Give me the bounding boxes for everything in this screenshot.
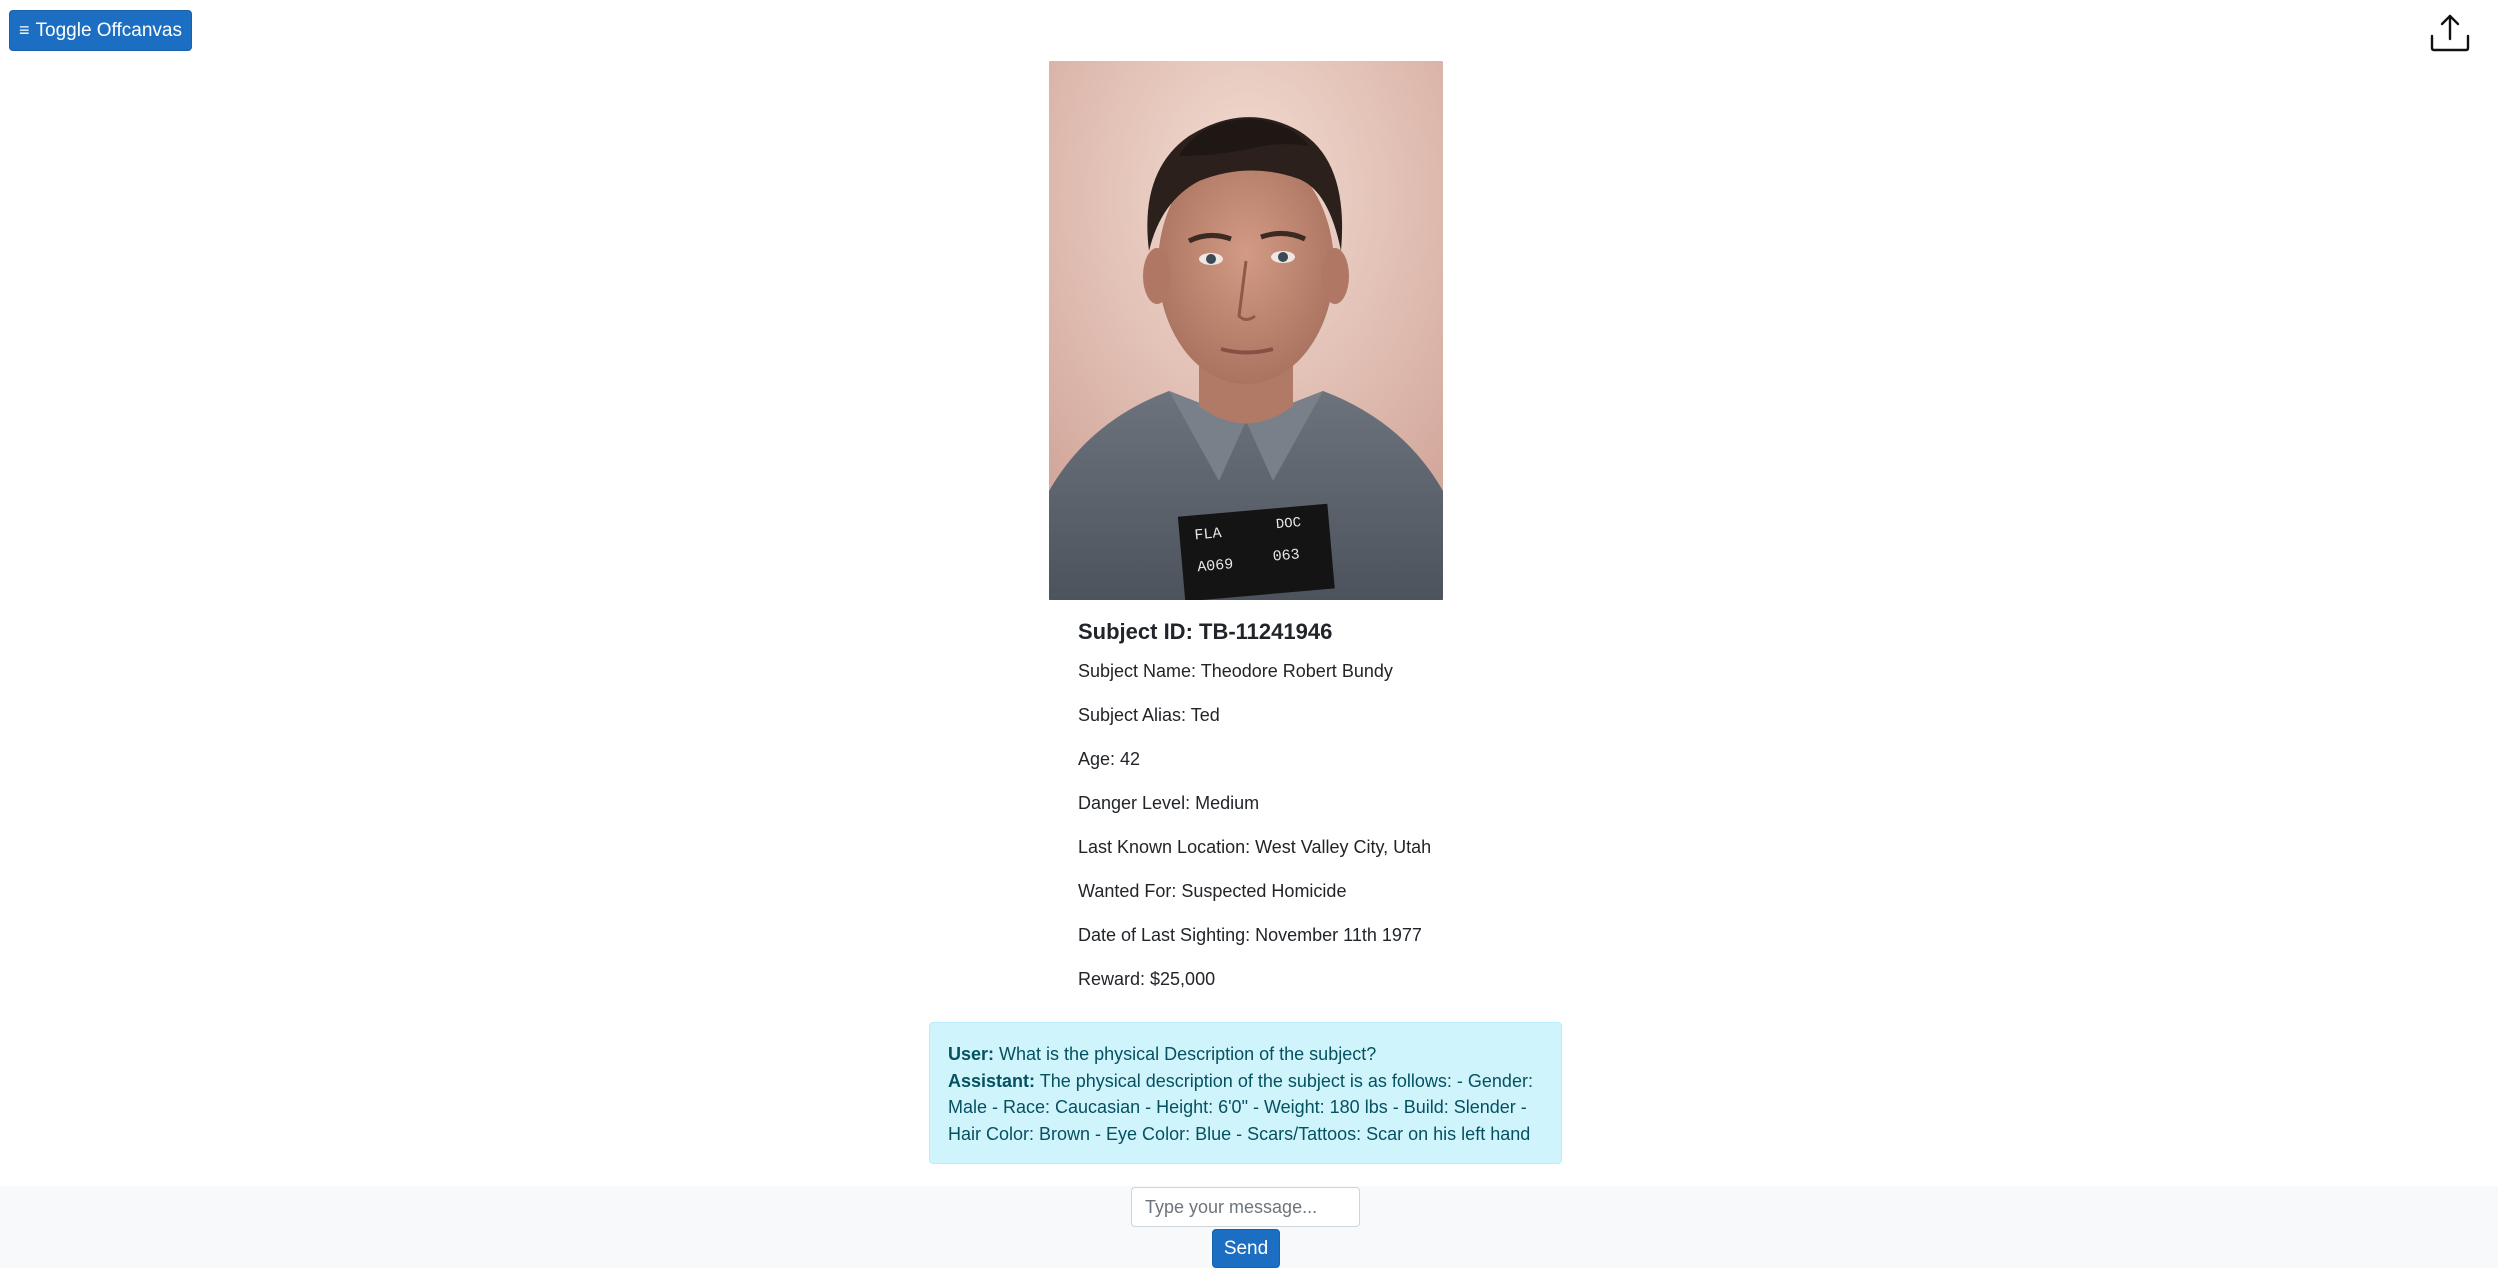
subject-danger-level: Danger Level: Medium [1078,793,1260,813]
subject-info: Subject ID: TB-11241946 Subject Name: Th… [1078,617,1498,1010]
toggle-offcanvas-button[interactable]: ≡ Toggle Offcanvas [9,10,192,51]
subject-name: Subject Name: Theodore Robert Bundy [1078,661,1393,681]
upload-icon[interactable] [2429,12,2471,54]
placard-text-suffix: 063 [1272,546,1300,565]
subject-age: Age: 42 [1078,749,1141,769]
placard-text-doc: DOC [1275,515,1302,533]
subject-photo: FLA DOC A069 063 [1049,61,1443,600]
placard-text-fla: FLA [1194,525,1222,544]
user-label: User: [948,1044,995,1064]
user-message-text: What is the physical Description of the … [999,1044,1377,1064]
subject-last-location: Last Known Location: West Valley City, U… [1078,837,1432,857]
subject-alias: Subject Alias: Ted [1078,705,1220,725]
subject-reward: Reward: $25,000 [1078,969,1216,989]
subject-wanted-for: Wanted For: Suspected Homicide [1078,881,1347,901]
assistant-message-text: The physical description of the subject … [948,1070,1533,1144]
chat-log: User: What is the physical Description o… [929,1022,1562,1164]
subject-id-heading: Subject ID: TB-11241946 [1078,619,1333,644]
send-button[interactable]: Send [1212,1229,1280,1268]
placard-text-number: A069 [1197,556,1234,576]
hamburger-icon: ≡ [19,20,30,40]
message-input[interactable] [1131,1187,1360,1227]
toggle-offcanvas-label: Toggle Offcanvas [35,19,182,41]
assistant-label: Assistant: [948,1070,1036,1091]
user-message: User: What is the physical Description o… [948,1041,1543,1068]
subject-last-sighting: Date of Last Sighting: November 11th 197… [1078,925,1422,945]
assistant-message: Assistant: The physical description of t… [948,1068,1543,1148]
